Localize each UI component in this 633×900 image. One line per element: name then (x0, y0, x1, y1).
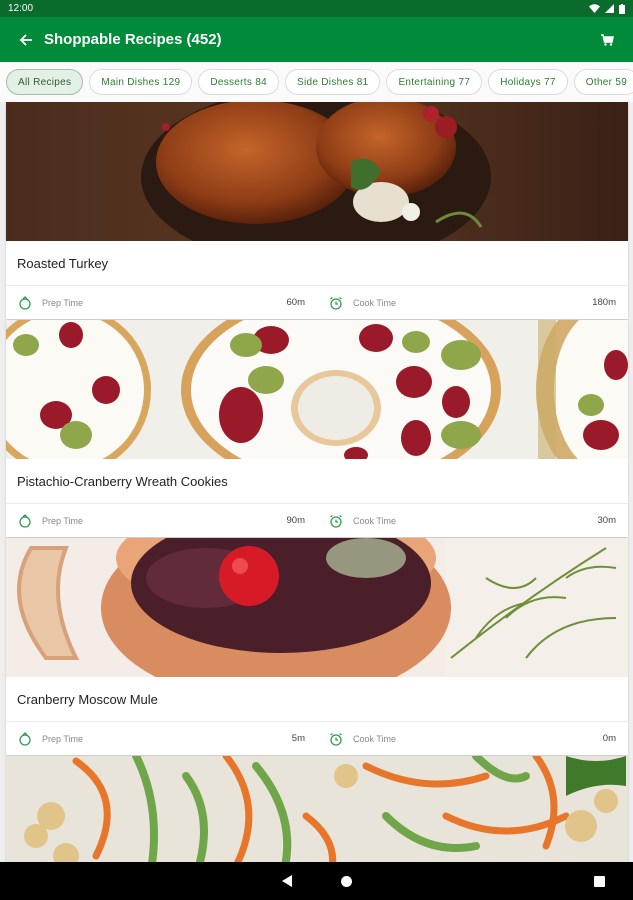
signal-icon (605, 4, 614, 13)
page-title: Shoppable Recipes (452) (44, 31, 222, 48)
recipe-title: Pistachio-Cranberry Wreath Cookies (6, 459, 628, 504)
chip-side-dishes[interactable]: Side Dishes 81 (284, 69, 381, 95)
recipe-image-veggie-salad (6, 756, 628, 862)
chip-other[interactable]: Other 59 (573, 69, 633, 95)
recipe-times: Prep Time 90m Cook Time 30m (6, 504, 628, 537)
system-nav-bar (0, 862, 633, 900)
alarm-clock-icon (330, 732, 342, 746)
wifi-icon (589, 4, 600, 13)
recipe-card-moscow-mule[interactable]: Cranberry Moscow Mule Prep Time 5m Cook … (6, 538, 628, 755)
recipe-title: Cranberry Moscow Mule (6, 677, 628, 722)
category-chips: All Recipes Main Dishes 129 Desserts 84 … (0, 62, 633, 102)
cook-time: Cook Time 30m (317, 514, 628, 528)
back-button[interactable] (14, 28, 38, 52)
prep-time: Prep Time 60m (6, 295, 317, 310)
prep-time-value: 60m (286, 297, 305, 308)
nav-back-button[interactable] (257, 862, 317, 900)
cook-time-label: Cook Time (353, 515, 397, 526)
cart-button[interactable] (595, 28, 619, 52)
recipe-times: Prep Time 5m Cook Time 0m (6, 722, 628, 755)
status-bar: 12:00 (0, 0, 633, 17)
prep-time: Prep Time 5m (6, 731, 317, 746)
alarm-clock-icon (330, 514, 342, 528)
recipe-image-wreath-cookies (6, 320, 628, 459)
prep-time: Prep Time 90m (6, 513, 317, 528)
cook-time-label: Cook Time (353, 297, 397, 308)
prep-time-value: 90m (286, 515, 305, 526)
cart-icon (601, 33, 614, 46)
cook-time: Cook Time 0m (317, 732, 628, 746)
prep-time-icon (19, 295, 31, 310)
cook-time-value: 180m (592, 297, 616, 308)
prep-time-value: 5m (291, 733, 305, 744)
nav-overview-button[interactable] (569, 862, 629, 900)
cook-time-value: 0m (602, 733, 616, 744)
prep-time-label: Prep Time (42, 515, 84, 526)
chip-entertaining[interactable]: Entertaining 77 (386, 69, 483, 95)
arrow-back-icon (19, 33, 32, 46)
recipe-card-veggie-salad[interactable] (6, 756, 628, 862)
prep-time-label: Prep Time (42, 297, 84, 308)
recipe-card-roasted-turkey[interactable]: Roasted Turkey Prep Time 60m Cook Time 1… (6, 102, 628, 319)
chip-desserts[interactable]: Desserts 84 (198, 69, 279, 95)
recipe-times: Prep Time 60m Cook Time 180m (6, 286, 628, 319)
chip-all-recipes[interactable]: All Recipes (6, 69, 84, 95)
recipe-image-moscow-mule (6, 538, 628, 677)
nav-home-button[interactable] (317, 862, 377, 900)
prep-time-icon (19, 513, 31, 528)
cook-time: Cook Time 180m (317, 296, 628, 310)
prep-time-icon (19, 731, 31, 746)
recipe-image-roasted-turkey (6, 102, 628, 241)
cook-time-label: Cook Time (353, 733, 397, 744)
app-bar: Shoppable Recipes (452) (0, 17, 633, 62)
alarm-clock-icon (330, 296, 342, 310)
nav-home-icon (341, 875, 352, 887)
chip-holidays[interactable]: Holidays 77 (488, 69, 568, 95)
status-icons (589, 3, 625, 14)
cook-time-value: 30m (597, 515, 616, 526)
recipe-card-wreath-cookies[interactable]: Pistachio-Cranberry Wreath Cookies Prep … (6, 320, 628, 537)
nav-back-icon (281, 875, 292, 887)
recipe-feed[interactable]: Roasted Turkey Prep Time 60m Cook Time 1… (0, 102, 633, 862)
status-time: 12:00 (8, 3, 34, 14)
battery-icon (619, 3, 625, 14)
nav-overview-icon (593, 875, 605, 887)
chip-main-dishes[interactable]: Main Dishes 129 (89, 69, 193, 95)
recipe-title: Roasted Turkey (6, 241, 628, 286)
prep-time-label: Prep Time (42, 733, 84, 744)
